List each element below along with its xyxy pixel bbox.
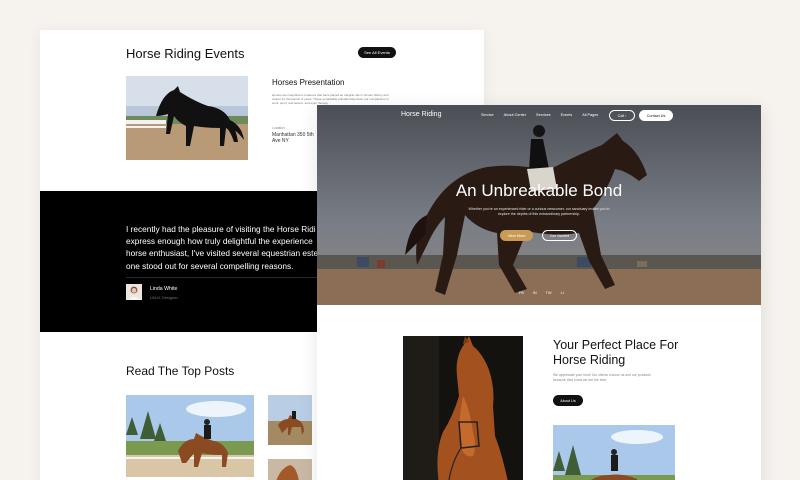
social-link-facebook[interactable]: FB bbox=[519, 291, 524, 295]
testimonial-divider bbox=[126, 277, 326, 278]
hero-title: An Unbreakable Bond bbox=[455, 181, 623, 200]
presentation-title: Horses Presentation bbox=[272, 78, 345, 87]
hero-background-photo bbox=[317, 105, 761, 305]
about-text: We appreciate your trust! Our clients ch… bbox=[553, 373, 651, 382]
testimonial-author-role: UI/UX Designer bbox=[150, 295, 178, 300]
testimonial-author-name: Linda White bbox=[150, 286, 178, 292]
events-title: Horse Riding Events bbox=[126, 46, 245, 61]
quote-line: horse enthusiast, I've visited several e… bbox=[126, 248, 319, 259]
view-more-button[interactable]: View More bbox=[500, 230, 533, 241]
call-button[interactable]: Call › bbox=[609, 110, 635, 121]
hero-subtitle: Whether you're an experienced rider or a… bbox=[468, 207, 610, 216]
event-photo-black-horse bbox=[126, 76, 248, 160]
see-all-events-button[interactable]: See All Events bbox=[358, 47, 396, 58]
nav-link-about-center[interactable]: About Center bbox=[504, 113, 526, 117]
social-link-twitter[interactable]: TW bbox=[546, 291, 552, 295]
nav-links: Service About Center Services Events All… bbox=[481, 113, 598, 117]
posts-section-title: Read The Top Posts bbox=[126, 364, 235, 378]
hero-section: Horse Riding Service About Center Servic… bbox=[317, 105, 761, 305]
post-card-image[interactable] bbox=[268, 459, 312, 480]
post-card-image[interactable] bbox=[268, 395, 312, 445]
get-started-button[interactable]: Get Started bbox=[542, 230, 577, 241]
location-label: Location bbox=[272, 126, 285, 130]
nav-brand[interactable]: Horse Riding bbox=[401, 111, 441, 118]
about-photo-rider bbox=[553, 425, 675, 480]
nav-link-services[interactable]: Services bbox=[536, 113, 551, 117]
post-card-image[interactable] bbox=[126, 395, 254, 477]
call-button-label: Call bbox=[617, 113, 625, 118]
presentation-text: Horses are magnificent creatures that ha… bbox=[272, 93, 389, 106]
location-value: Manhattan 350 5th Ave NY bbox=[272, 132, 314, 144]
social-link-instagram[interactable]: IN bbox=[533, 291, 537, 295]
quote-line: express enough how truly delightful the … bbox=[126, 236, 313, 247]
nav-link-all-pages[interactable]: All Pages bbox=[582, 113, 598, 117]
quote-line: I recently had the pleasure of visiting … bbox=[126, 224, 316, 234]
social-links: FB IN TW LI bbox=[519, 291, 564, 295]
nav-link-service[interactable]: Service bbox=[481, 113, 494, 117]
quote-line: one stood out for several compelling rea… bbox=[126, 260, 294, 271]
nav-link-events[interactable]: Events bbox=[561, 113, 573, 117]
about-photo-chestnut-horse bbox=[403, 336, 523, 480]
avatar bbox=[126, 284, 142, 300]
about-us-button[interactable]: About Us bbox=[553, 395, 583, 406]
social-link-linkedin[interactable]: LI bbox=[561, 291, 564, 295]
testimonial-quote: I recently had the pleasure of visiting … bbox=[126, 223, 326, 272]
arrow-right-icon: › bbox=[625, 113, 627, 118]
home-page-card: Horse Riding Service About Center Servic… bbox=[317, 105, 761, 480]
contact-us-button[interactable]: Contact Us bbox=[639, 110, 673, 121]
about-title: Your Perfect Place For Horse Riding bbox=[553, 338, 679, 367]
